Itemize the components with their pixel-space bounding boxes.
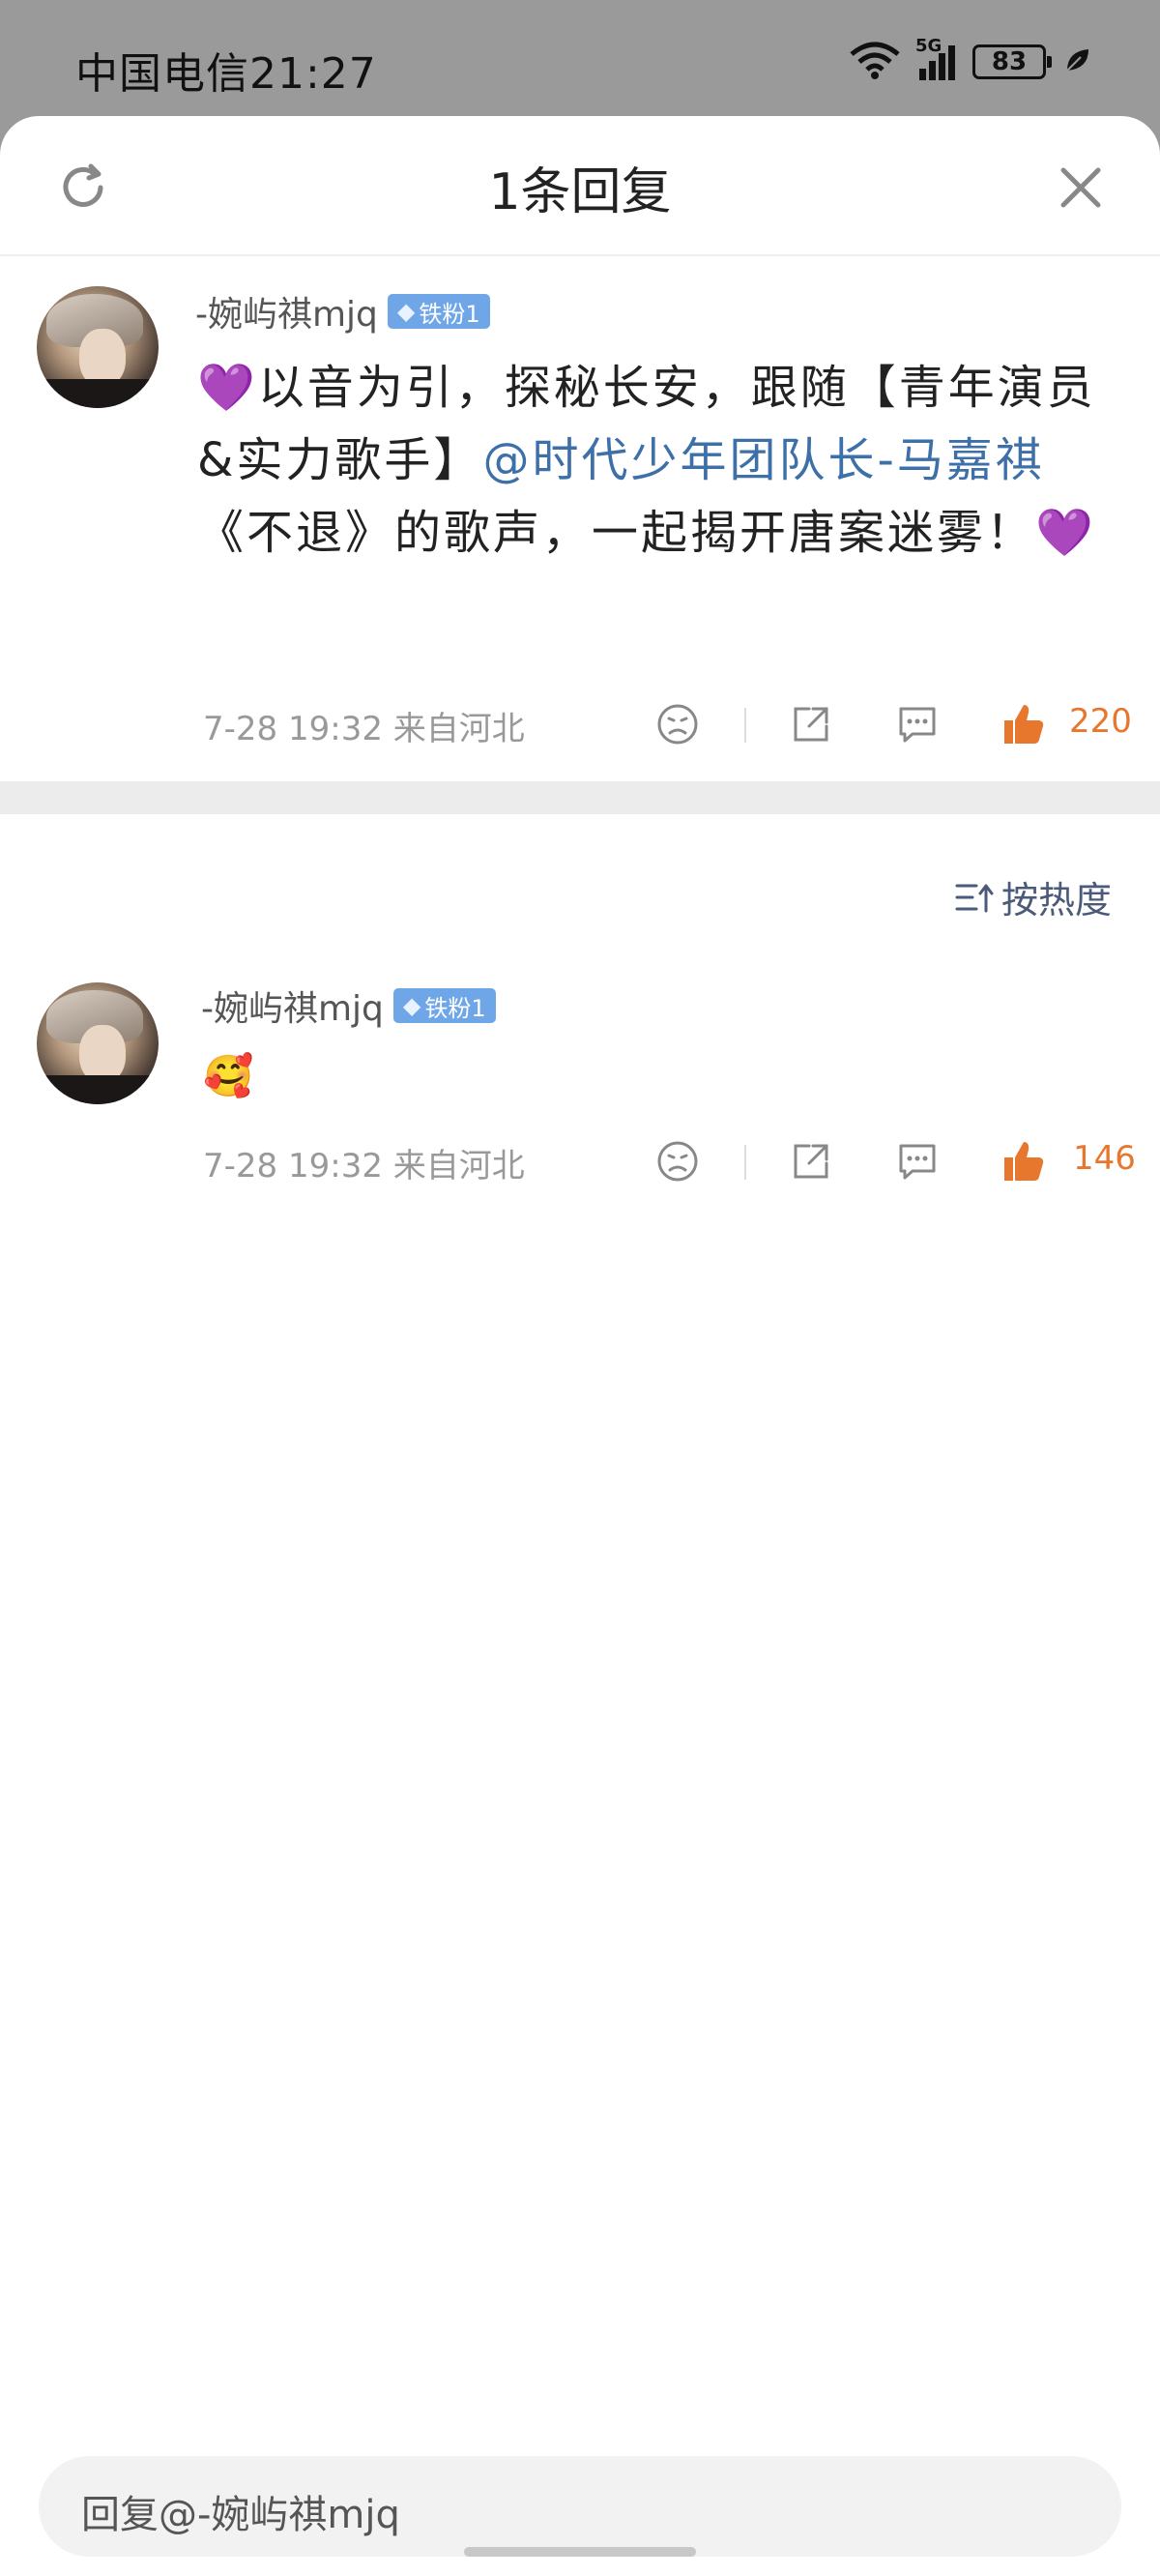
like-button[interactable] (1000, 700, 1048, 748)
sheet-header: 1条回复 (0, 116, 1160, 256)
like-button[interactable] (1000, 1137, 1048, 1186)
reply-button[interactable] (893, 700, 942, 748)
main-comment-meta: 7-28 19:32 来自河北 220 (203, 694, 1132, 752)
close-icon (1060, 167, 1101, 208)
share-button[interactable] (787, 1137, 835, 1186)
fan-badge[interactable]: ◆ 铁粉1 (387, 294, 490, 329)
divider (744, 1145, 746, 1180)
fan-badge[interactable]: ◆ 铁粉1 (392, 988, 496, 1023)
divider (744, 708, 746, 743)
close-button[interactable] (1052, 159, 1110, 217)
sheet-title: 1条回复 (488, 163, 672, 221)
comment-text-suffix: 《不退》的歌声，一起揭开唐案迷雾！💜 (197, 506, 1096, 560)
fan-badge-label: 铁粉1 (424, 994, 486, 1022)
comment-time-location: 7-28 19:32 来自河北 (203, 710, 525, 748)
share-icon (794, 707, 828, 742)
network-type: 5G (915, 36, 942, 56)
reply-input-placeholder: 回复@-婉屿祺mjq (81, 2493, 400, 2537)
dislike-face-icon (657, 1141, 698, 1182)
avatar[interactable] (37, 286, 159, 408)
main-comment-user: -婉屿祺mjq ◆ 铁粉1 (195, 286, 490, 337)
main-comment-text: 💜以音为引，探秘长安，跟随【青年演员&实力歌手】@时代少年团队长-马嘉祺《不退》… (197, 352, 1125, 570)
status-carrier-time: 中国电信21:27 (75, 49, 377, 99)
comment-icon (899, 707, 936, 743)
mention-link[interactable]: @时代少年团队长-马嘉祺 (482, 433, 1044, 487)
emoji-sticker: 🥰 (203, 1052, 254, 1099)
sort-label: 按热度 (1000, 879, 1112, 922)
diamond-icon: ◆ (396, 298, 416, 325)
username[interactable]: -婉屿祺mjq (201, 981, 384, 1031)
status-bar: 中国电信21:27 5G 83 (0, 0, 1160, 116)
battery-level: 83 (991, 47, 1028, 76)
thumbs-up-icon (1004, 705, 1044, 744)
battery-icon: 83 (972, 44, 1052, 79)
home-indicator[interactable] (464, 2547, 696, 2557)
comment-icon (899, 1144, 936, 1180)
wifi-icon (848, 41, 902, 83)
replies-sheet: 1条回复 -婉屿祺mjq ◆ 铁粉1 💜以音为引，探秘长安，跟随【青年演员&实力… (0, 116, 1160, 2576)
fan-badge-label: 铁粉1 (419, 300, 480, 328)
share-icon (794, 1144, 828, 1179)
reply-user: -婉屿祺mjq ◆ 铁粉1 (201, 981, 496, 1031)
comment-time-location: 7-28 19:32 来自河北 (203, 1147, 525, 1186)
dislike-button[interactable] (653, 1137, 702, 1186)
share-button[interactable] (787, 700, 835, 748)
leaf-icon (1063, 45, 1092, 78)
status-icons: 5G 83 (848, 36, 1092, 83)
reply-input[interactable]: 回复@-婉屿祺mjq (39, 2456, 1121, 2557)
section-divider (0, 781, 1160, 814)
reply-button[interactable] (893, 1137, 942, 1186)
sort-icon (955, 884, 994, 912)
username[interactable]: -婉屿祺mjq (195, 286, 378, 337)
sort-button[interactable]: 按热度 (955, 870, 1112, 923)
dislike-button[interactable] (653, 700, 702, 748)
dislike-face-icon (657, 704, 698, 745)
thumbs-up-icon (1004, 1142, 1044, 1181)
diamond-icon: ◆ (402, 992, 421, 1019)
reply-meta: 7-28 19:32 来自河北 146 (203, 1131, 1136, 1189)
avatar[interactable] (37, 982, 159, 1104)
like-count: 146 (1073, 1139, 1136, 1178)
signal-icon: 5G (915, 36, 955, 80)
like-count: 220 (1069, 702, 1132, 741)
